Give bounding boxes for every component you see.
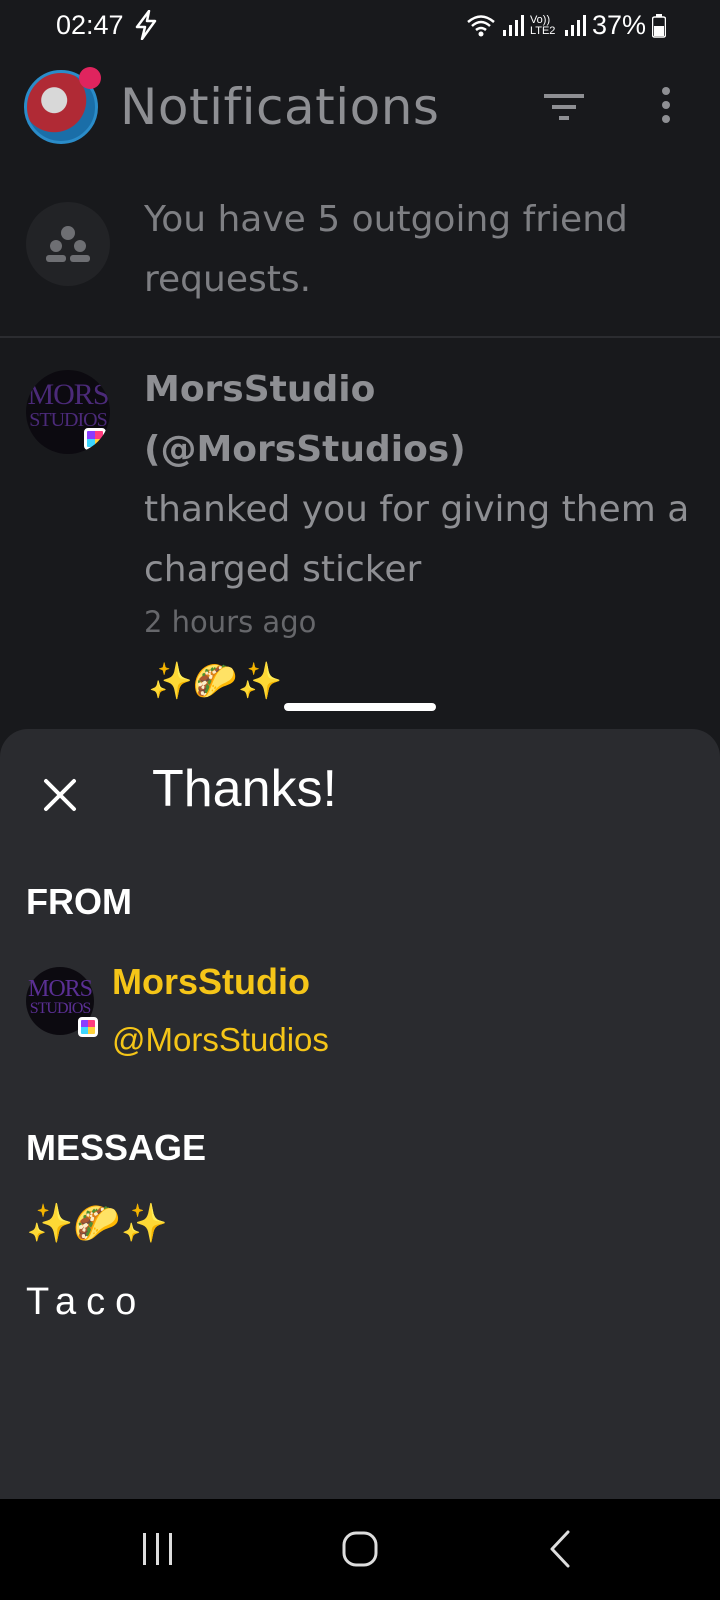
page-title: Notifications [120,78,440,136]
divider [0,336,720,338]
more-vert-icon[interactable] [656,86,676,126]
battery-percent: 37% [591,10,646,40]
message-emoji: ✨🌮✨ [26,1201,168,1245]
status-time: 02:47 [56,10,124,40]
status-icons: Vo)) LTE2 37% [466,10,666,41]
message-text: Taco [26,1281,147,1323]
back-icon[interactable] [546,1529,574,1569]
from-avatar[interactable]: MORS STUDIOS [26,967,98,1037]
notification-thanks[interactable]: MORS STUDIOS MorsStudio (@MorsStudios) t… [0,360,720,720]
notification-friend-requests[interactable]: You have 5 outgoing friend requests. [0,190,720,336]
thanks-emoji: ✨🌮✨ [148,661,283,702]
signal-icon-2 [564,14,586,36]
app-header: Notifications [0,52,720,172]
mors-avatar[interactable]: MORS STUDIOS [26,370,110,454]
wifi-icon [467,14,495,36]
status-bar: 02:47 Vo)) LTE2 37% [0,0,720,52]
sheet-title: Thanks! [152,760,337,818]
filter-icon[interactable] [544,90,584,124]
friends-icon [46,226,90,262]
from-handle[interactable]: @MorsStudios [112,1021,329,1059]
home-icon[interactable] [340,1529,380,1569]
sender-handle: (@MorsStudios) [144,429,466,470]
from-label: FROM [26,881,132,922]
thanks-sheet: Thanks! FROM MORS STUDIOS MorsStudio @Mo… [0,729,720,1499]
system-nav-bar [0,1499,720,1600]
timestamp: 2 hours ago [144,605,317,639]
friend-requests-text: You have 5 outgoing friend requests. [144,199,628,300]
battery-icon [652,13,666,38]
network-label: Vo)) LTE2 [529,13,556,37]
cube-badge-icon [78,1017,98,1037]
message-label: MESSAGE [26,1127,207,1168]
drag-handle[interactable] [284,703,436,711]
user-avatar[interactable] [24,67,101,144]
signal-icon [502,14,524,36]
sender-name: MorsStudio [144,369,376,410]
thanks-body: thanked you for giving them a charged st… [144,489,690,590]
screen: 02:47 Vo)) LTE2 37% Notifications You ha… [0,0,720,1600]
from-name[interactable]: MorsStudio [112,961,310,1003]
thanks-text: MorsStudio (@MorsStudios) thanked you fo… [144,360,704,644]
recent-apps-icon[interactable] [138,1531,178,1567]
close-icon[interactable] [38,773,82,817]
bolt-icon [135,10,157,40]
cube-badge-icon [84,428,106,450]
friends-icon-circle [26,202,110,286]
